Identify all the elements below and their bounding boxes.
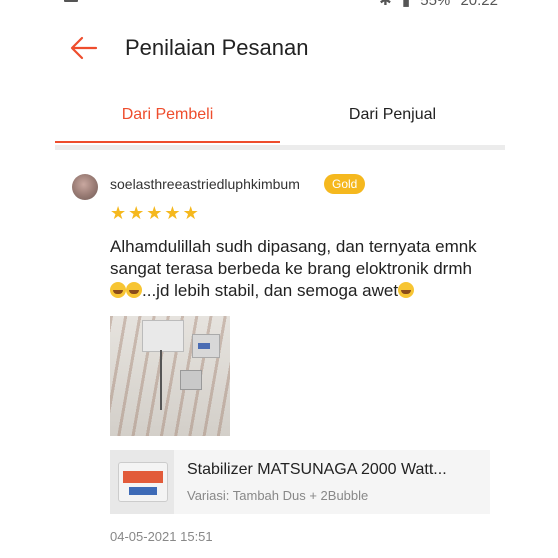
product-name: Stabilizer MATSUNAGA 2000 Watt... — [187, 461, 447, 478]
comment-line: sangat terasa berbeda ke brang eloktroni… — [110, 259, 472, 278]
status-bar: ✱ ▮ 55% 20:22 — [0, 0, 558, 10]
status-indicators: ✱ ▮ 55% 20:22 — [373, 0, 498, 9]
star-icon: ★ — [110, 203, 127, 223]
wifi-icon: ✱ — [379, 0, 392, 9]
photo-detail — [160, 350, 162, 410]
product-variant: Variasi: Tambah Dus + 2Bubble — [187, 488, 369, 503]
grinning-face-icon — [126, 282, 142, 298]
review-tabs: Dari Pembeli Dari Penjual — [55, 92, 505, 150]
star-icon: ★ — [146, 203, 163, 223]
back-button[interactable] — [66, 32, 102, 64]
review-comment: Alhamdulillah sudh dipasang, dan ternyat… — [110, 236, 500, 302]
signal-icon: ▮ — [401, 0, 411, 9]
avatar — [72, 174, 98, 200]
review-timestamp: 04-05-2021 15:51 — [110, 529, 213, 544]
clock: 20:22 — [460, 0, 498, 9]
active-tab-indicator — [55, 141, 280, 143]
battery-level: 55% — [420, 0, 451, 9]
smiling-face-icon — [398, 282, 415, 298]
photo-detail — [192, 334, 220, 358]
star-rating: ★ ★ ★ ★ ★ — [110, 204, 199, 222]
tab-from-buyer[interactable]: Dari Pembeli — [55, 92, 280, 142]
arrow-left-icon — [70, 36, 98, 60]
grinning-face-icon — [110, 282, 126, 298]
star-icon: ★ — [182, 203, 199, 223]
product-image — [118, 462, 168, 502]
comment-line-text: ...jd lebih stabil, dan semoga awet — [142, 281, 399, 300]
photo-detail — [142, 320, 184, 352]
header: Penilaian Pesanan — [0, 22, 558, 74]
comment-line: Alhamdulillah sudh dipasang, dan ternyat… — [110, 237, 477, 256]
page-title: Penilaian Pesanan — [125, 35, 309, 60]
tab-from-seller[interactable]: Dari Penjual — [280, 92, 505, 142]
review-photo[interactable] — [110, 316, 230, 436]
photo-detail — [180, 370, 202, 390]
section-divider — [55, 145, 505, 150]
membership-badge: Gold — [324, 174, 366, 194]
notification-icon — [64, 0, 78, 2]
product-thumbnail — [110, 450, 174, 514]
reviewer-username: soelasthreeastriedluphkimbum — [110, 176, 300, 192]
star-icon: ★ — [128, 203, 145, 223]
product-card[interactable]: Stabilizer MATSUNAGA 2000 Watt... Varias… — [110, 450, 490, 514]
comment-line: ...jd lebih stabil, dan semoga awet — [110, 280, 500, 302]
star-icon: ★ — [164, 203, 181, 223]
